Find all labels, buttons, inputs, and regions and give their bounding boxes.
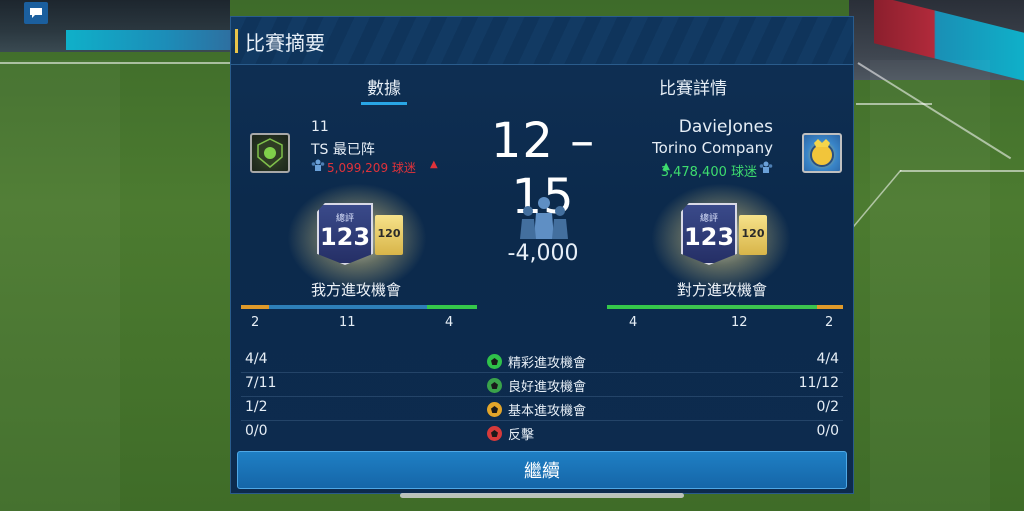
- home-score: 12: [490, 113, 554, 169]
- stat-label: 基本進攻機會: [508, 404, 587, 419]
- rating-sub-value: 120: [741, 227, 765, 240]
- match-summary-panel: 比賽摘要 數據 比賽詳情 11 TS 最已阵 5,099,209 球迷 ▲ 12…: [230, 16, 854, 494]
- stat-row: 1/2 基本進攻機會 0/2: [241, 397, 843, 421]
- rating-value: 123: [683, 223, 735, 251]
- advertising-board-left: [66, 30, 232, 50]
- bar-segment: [269, 305, 428, 309]
- rating-shield: 總評 123: [681, 203, 737, 265]
- rating-sub-value: 120: [377, 227, 401, 240]
- football-icon: [487, 378, 502, 393]
- crowd-icon: [759, 161, 773, 177]
- football-icon: [487, 426, 502, 441]
- stat-label: 反擊: [508, 428, 535, 443]
- tab-bar: 數據 比賽詳情: [231, 66, 853, 105]
- panel-title: 比賽摘要: [245, 31, 325, 55]
- active-tab-indicator: [361, 102, 407, 105]
- tab-label: 比賽詳情: [659, 79, 727, 99]
- home-chance-number: 4: [445, 315, 454, 330]
- stat-label: 精彩進攻機會: [508, 356, 587, 371]
- home-chance-number: 11: [339, 315, 356, 330]
- away-stat-value: 0/0: [816, 423, 839, 439]
- away-club-badge-icon: [802, 133, 842, 173]
- fans-down-icon: ▲: [430, 159, 438, 170]
- chat-button[interactable]: [24, 2, 48, 24]
- away-chances-bar: [607, 305, 843, 309]
- rating-sub-card: 120: [739, 215, 767, 255]
- crowd-icon: [311, 159, 325, 175]
- away-manager-name: DavieJones: [678, 117, 773, 137]
- score-separator: –: [570, 113, 596, 169]
- bar-segment: [607, 305, 659, 309]
- stat-row: 7/11 良好進攻機會 11/12: [241, 373, 843, 397]
- rating-shield: 總評 123: [317, 203, 373, 265]
- away-chance-number: 12: [731, 315, 748, 330]
- attendance-change: -4,000: [507, 241, 579, 266]
- away-chance-number: 2: [825, 315, 834, 330]
- home-stat-value: 4/4: [245, 351, 268, 367]
- crowd-icon: [514, 195, 574, 243]
- tab-match-details[interactable]: 比賽詳情: [659, 74, 727, 99]
- continue-button[interactable]: 繼續: [237, 451, 847, 489]
- home-chances-title: 我方進攻機會: [311, 281, 402, 299]
- bar-segment: [241, 305, 270, 309]
- rating-sub-card: 120: [375, 215, 403, 255]
- away-club-name: Torino Company: [652, 139, 773, 157]
- home-stat-value: 0/0: [245, 423, 268, 439]
- bar-segment: [817, 305, 843, 309]
- home-indicator-bar[interactable]: [400, 493, 684, 498]
- chat-icon: [30, 8, 42, 18]
- away-stat-value: 4/4: [816, 351, 839, 367]
- away-stat-value: 11/12: [798, 375, 839, 391]
- tab-label: 數據: [367, 79, 401, 99]
- tab-stats[interactable]: 數據: [361, 74, 407, 105]
- away-chance-number: 4: [629, 315, 638, 330]
- home-stat-value: 7/11: [245, 375, 277, 391]
- football-icon: [487, 354, 502, 369]
- panel-header: 比賽摘要: [231, 17, 853, 65]
- header-accent: [235, 29, 238, 53]
- stat-label: 良好進攻機會: [508, 380, 587, 395]
- home-level: 11: [311, 119, 329, 135]
- away-chances-title: 對方進攻機會: [677, 281, 768, 299]
- away-stat-value: 0/2: [816, 399, 839, 415]
- away-fans: 3,478,400 球迷: [660, 165, 757, 180]
- football-icon: [487, 402, 502, 417]
- home-chance-number: 2: [251, 315, 260, 330]
- pitch-line: [0, 62, 232, 64]
- home-fans: 5,099,209 球迷: [327, 161, 416, 175]
- rating-value: 123: [319, 223, 371, 251]
- home-chances-bar: [241, 305, 477, 309]
- home-club-badge-icon: [250, 133, 290, 173]
- stat-row: 4/4 精彩進攻機會 4/4: [241, 349, 843, 373]
- home-team-name: TS 最已阵: [311, 142, 375, 158]
- stat-row: 0/0 反擊 0/0: [241, 421, 843, 445]
- home-stat-value: 1/2: [245, 399, 268, 415]
- pitch-line: [900, 170, 1024, 172]
- bar-segment: [658, 305, 818, 309]
- bar-segment: [427, 305, 477, 309]
